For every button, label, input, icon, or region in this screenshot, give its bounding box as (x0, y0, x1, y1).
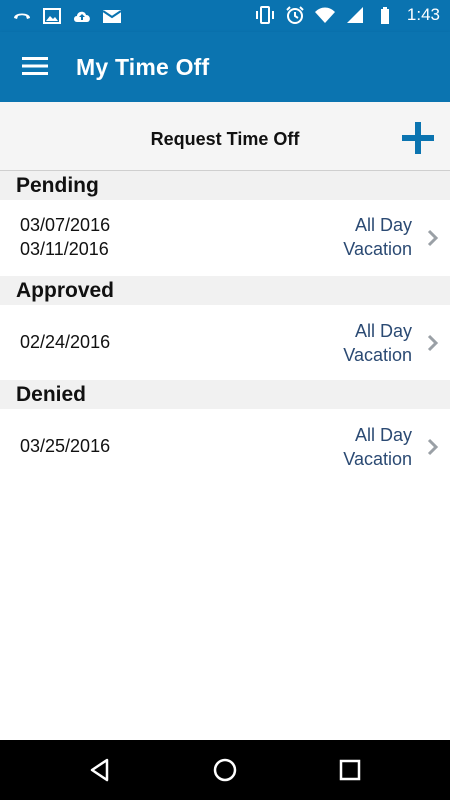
duration-label: All Day (354, 425, 412, 445)
list-item[interactable]: 03/25/2016 All Day Vacation (0, 409, 450, 484)
request-type: All Day Vacation (343, 423, 412, 471)
start-date: 03/07/2016 (20, 215, 111, 235)
request-time-off-label[interactable]: Request Time Off (0, 129, 450, 150)
end-date: 03/11/2016 (20, 239, 109, 259)
signal-icon (346, 7, 363, 23)
cloud-upload-icon (74, 11, 90, 22)
wifi-icon (314, 7, 335, 23)
clock-time: 1:43 (406, 5, 440, 24)
back-triangle-icon[interactable] (87, 757, 113, 783)
chevron-right-icon (427, 438, 439, 456)
app-bar: My Time Off (0, 32, 450, 102)
recents-square-icon[interactable] (337, 757, 363, 783)
plus-icon[interactable] (402, 122, 434, 154)
date-range: 03/07/2016 03/11/2016 (20, 213, 110, 261)
chevron-right-icon (427, 334, 439, 352)
home-circle-icon[interactable] (212, 757, 238, 783)
duration-label: All Day (354, 215, 412, 235)
system-nav-bar (0, 740, 450, 800)
section-header-denied: Denied (0, 380, 450, 409)
notification-icons (12, 6, 122, 26)
phone-handset-icon (14, 13, 30, 19)
section-header-pending: Pending (0, 171, 450, 200)
system-icons: 1:43 (255, 5, 440, 25)
duration-label: All Day (354, 321, 412, 341)
chevron-right-icon (427, 229, 439, 247)
vibrate-icon (255, 6, 274, 24)
start-date: 02/24/2016 (20, 332, 111, 352)
category-label: Vacation (343, 449, 412, 469)
date-range: 03/25/2016 (20, 434, 110, 458)
battery-icon (380, 7, 389, 24)
category-label: Vacation (343, 345, 412, 365)
section-header-approved: Approved (0, 276, 450, 305)
section-title: Denied (16, 383, 87, 406)
request-time-off-bar[interactable]: Request Time Off (0, 102, 450, 171)
list-item[interactable]: 02/24/2016 All Day Vacation (0, 305, 450, 380)
start-date: 03/25/2016 (20, 436, 111, 456)
alarm-icon (286, 6, 304, 24)
list-item[interactable]: 03/07/2016 03/11/2016 All Day Vacation (0, 200, 450, 276)
request-type: All Day Vacation (343, 319, 412, 367)
date-range: 02/24/2016 (20, 330, 110, 354)
request-type: All Day Vacation (343, 213, 412, 261)
page-title: My Time Off (76, 54, 210, 80)
status-bar: 1:43 (0, 0, 450, 32)
mail-icon (102, 10, 122, 23)
hamburger-menu-icon[interactable] (22, 54, 50, 78)
section-title: Approved (16, 279, 115, 302)
category-label: Vacation (343, 239, 412, 259)
image-icon (43, 8, 61, 24)
section-title: Pending (16, 174, 99, 197)
